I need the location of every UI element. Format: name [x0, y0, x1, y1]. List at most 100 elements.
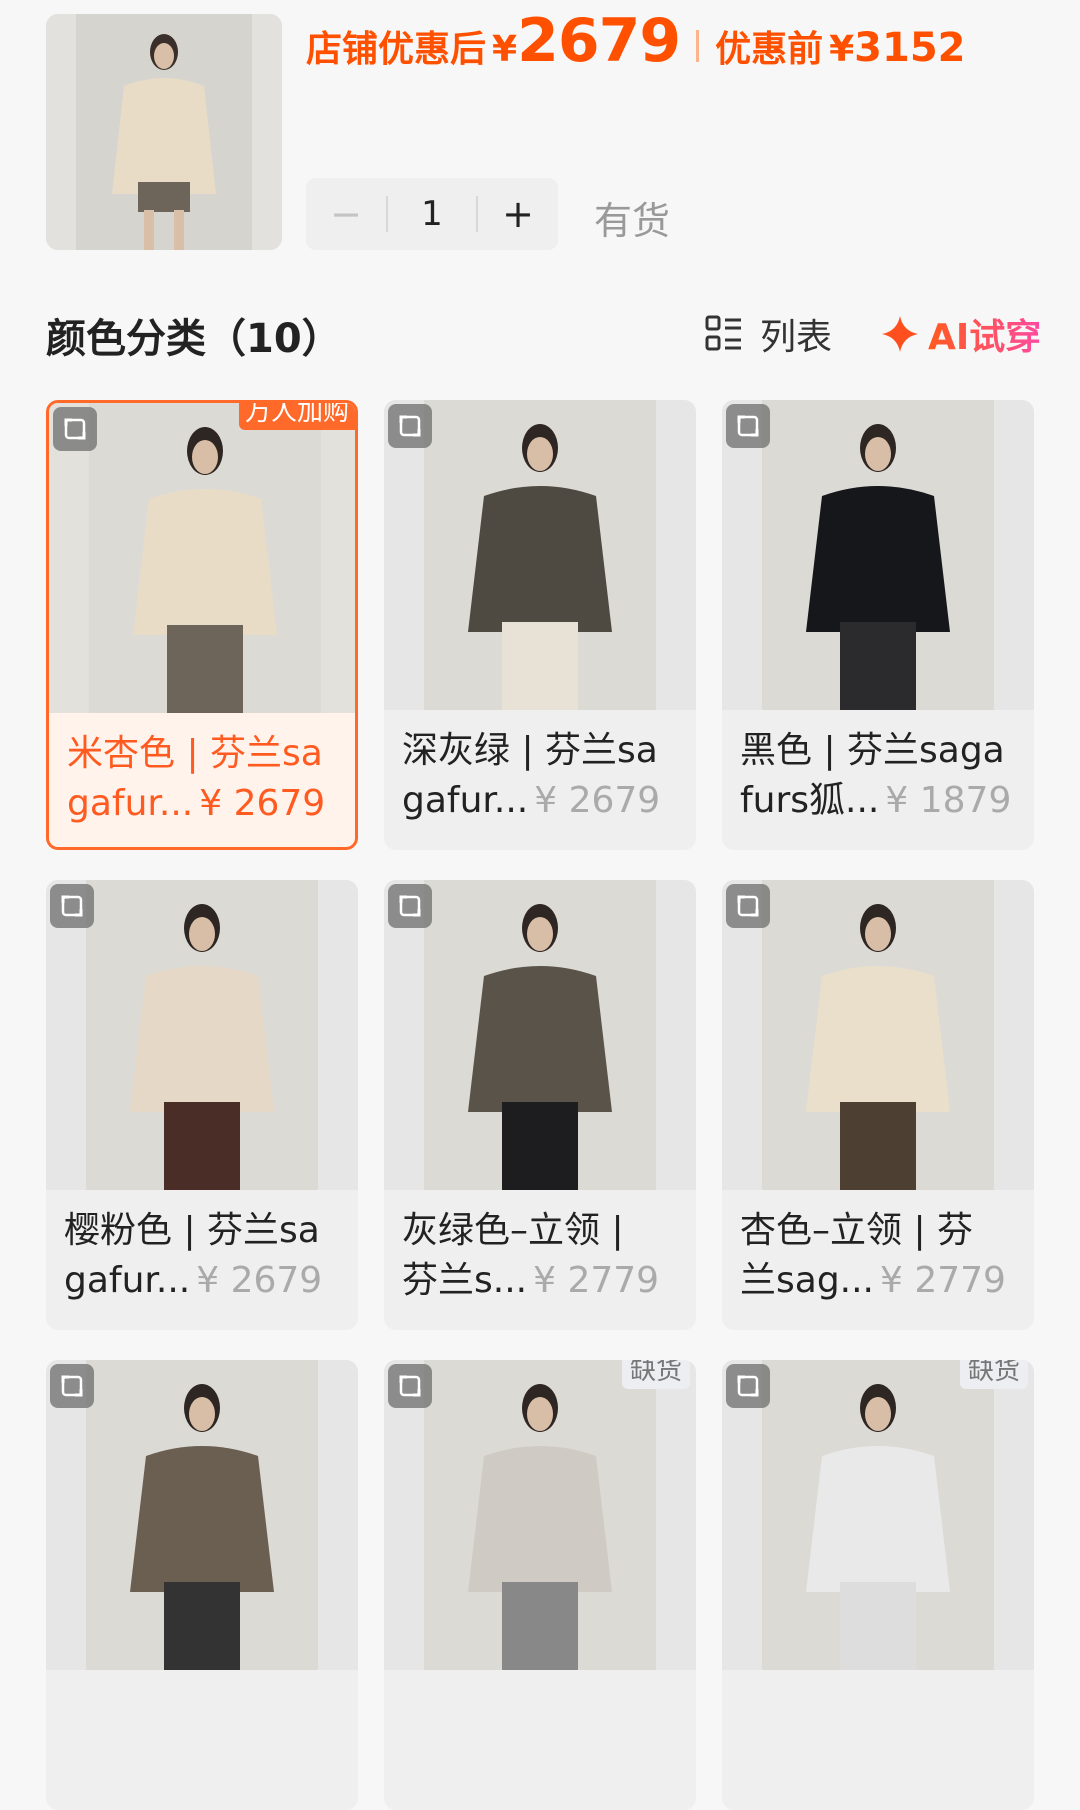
color-option-card[interactable] [46, 1360, 358, 1810]
decrement-button[interactable]: − [306, 178, 386, 250]
expand-icon[interactable] [50, 884, 94, 928]
variant-price: ¥ 2779 [533, 1260, 660, 1301]
variant-name: 樱粉色 | 芬兰sa [64, 1210, 320, 1251]
list-view-icon [705, 315, 741, 351]
variant-image [46, 880, 358, 1190]
expand-glyph [737, 895, 759, 917]
variant-image [722, 1360, 1034, 1670]
variant-name-tail: gafur... [402, 780, 529, 821]
variant-photo [762, 1360, 994, 1670]
variant-photo [762, 400, 994, 710]
variant-price: ¥ 2779 [880, 1260, 1006, 1301]
variant-caption: 樱粉色 | 芬兰sa gafur... ¥ 2679 [64, 1206, 344, 1306]
color-option-card[interactable]: 万人加购米杏色 | 芬兰sa gafur... ¥ 2679 [46, 400, 358, 850]
list-view-toggle[interactable]: 列表 [704, 308, 832, 360]
variant-name-continued: furs狐... ¥ 1879 [740, 776, 1020, 826]
variant-price: ¥ 1879 [885, 780, 1012, 821]
color-option-card[interactable]: 黑色 | 芬兰saga furs狐... ¥ 1879 [722, 400, 1034, 850]
price-display: 店铺优惠后 ¥ 2679 优惠前 ¥ 3152 [306, 6, 965, 86]
variant-name-continued: gafur... ¥ 2679 [64, 1256, 344, 1306]
expand-icon[interactable] [388, 404, 432, 448]
color-option-card[interactable]: 樱粉色 | 芬兰sa gafur... ¥ 2679 [46, 880, 358, 1330]
variant-photo [86, 880, 318, 1190]
variant-photo [424, 400, 656, 710]
quantity-stepper: − 1 + [306, 178, 558, 250]
variant-name: 灰绿色–立领 | [402, 1210, 624, 1251]
variant-name-tail: gafur... [67, 783, 194, 824]
variant-name: 杏色–立领 | 芬 [740, 1210, 974, 1251]
variant-price: ¥ 2679 [196, 1260, 323, 1301]
variant-name: 黑色 | 芬兰saga [740, 730, 1005, 771]
variant-image [722, 880, 1034, 1190]
ai-try-on-button[interactable]: AI试穿 [880, 308, 1041, 360]
original-price-label: 优惠前 [715, 29, 824, 70]
expand-icon[interactable] [388, 1364, 432, 1408]
expand-glyph [64, 418, 86, 440]
variant-photo [86, 1360, 318, 1670]
variant-caption: 米杏色 | 芬兰sa gafur... ¥ 2679 [67, 729, 347, 829]
discount-price-value: 2679 [517, 6, 681, 76]
variant-name-continued: 芬兰s... ¥ 2779 [402, 1256, 682, 1306]
expand-glyph [737, 415, 759, 437]
variant-name-tail: furs狐... [740, 780, 880, 821]
variant-image [384, 400, 696, 710]
expand-icon[interactable] [726, 404, 770, 448]
variant-photo [424, 880, 656, 1190]
quantity-value[interactable]: 1 [388, 194, 476, 234]
variant-name-continued: gafur... ¥ 2679 [402, 776, 682, 826]
expand-icon[interactable] [726, 1364, 770, 1408]
color-option-card[interactable]: 深灰绿 | 芬兰sa gafur... ¥ 2679 [384, 400, 696, 850]
variant-caption: 杏色–立领 | 芬兰sag... ¥ 2779 [740, 1206, 1020, 1306]
expand-glyph [61, 895, 83, 917]
expand-glyph [399, 895, 421, 917]
list-view-label: 列表 [760, 317, 833, 358]
color-option-card[interactable]: 杏色–立领 | 芬兰sag... ¥ 2779 [722, 880, 1034, 1330]
stock-status: 有货 [594, 199, 671, 243]
expand-glyph [61, 1375, 83, 1397]
expand-icon[interactable] [726, 884, 770, 928]
variant-price: ¥ 2679 [534, 780, 661, 821]
variant-image [49, 403, 355, 713]
product-thumbnail[interactable] [46, 14, 282, 250]
variant-image [722, 400, 1034, 710]
increment-button[interactable]: + [478, 178, 558, 250]
hot-badge: 万人加购 [238, 403, 355, 430]
color-option-card[interactable]: 缺货 [384, 1360, 696, 1810]
expand-glyph [399, 1375, 421, 1397]
variant-photo [89, 403, 321, 713]
variant-image [46, 1360, 358, 1670]
price-divider [696, 30, 700, 62]
variant-caption: 灰绿色–立领 | 芬兰s... ¥ 2779 [402, 1206, 682, 1306]
color-option-card[interactable]: 灰绿色–立领 | 芬兰s... ¥ 2779 [384, 880, 696, 1330]
out-of-stock-badge: 缺货 [621, 1360, 690, 1389]
original-price-value: 3152 [854, 25, 966, 71]
variant-caption: 黑色 | 芬兰saga furs狐... ¥ 1879 [740, 726, 1020, 826]
currency-symbol: ¥ [829, 29, 855, 70]
variant-name-tail: 兰sag... [740, 1260, 874, 1301]
variant-name: 米杏色 | 芬兰sa [67, 733, 323, 774]
expand-icon[interactable] [53, 407, 97, 451]
expand-icon[interactable] [50, 1364, 94, 1408]
variant-price: ¥ 2679 [199, 783, 326, 824]
variant-photo [424, 1360, 656, 1670]
discount-price-label: 店铺优惠后 [306, 29, 487, 70]
sku-header: 店铺优惠后 ¥ 2679 优惠前 ¥ 3152 − 1 + 有货 [0, 0, 1080, 280]
color-option-card[interactable]: 缺货 [722, 1360, 1034, 1810]
currency-symbol: ¥ [492, 29, 518, 70]
color-section-header: 颜色分类（10） 列表 AI试穿 [0, 296, 1080, 372]
ai-try-on-label: AI试穿 [928, 308, 1041, 360]
out-of-stock-badge: 缺货 [959, 1360, 1028, 1389]
product-photo [46, 14, 282, 250]
expand-glyph [399, 415, 421, 437]
variant-name-tail: gafur... [64, 1260, 191, 1301]
variant-name-continued: 兰sag... ¥ 2779 [740, 1256, 1020, 1306]
variant-name: 深灰绿 | 芬兰sa [402, 730, 658, 771]
sparkle-icon [882, 316, 918, 352]
variant-name-tail: 芬兰s... [402, 1260, 528, 1301]
expand-icon[interactable] [388, 884, 432, 928]
section-title: 颜色分类（10） [46, 316, 342, 362]
variant-photo [762, 880, 994, 1190]
variant-image [384, 1360, 696, 1670]
variant-caption: 深灰绿 | 芬兰sa gafur... ¥ 2679 [402, 726, 682, 826]
variant-image [384, 880, 696, 1190]
